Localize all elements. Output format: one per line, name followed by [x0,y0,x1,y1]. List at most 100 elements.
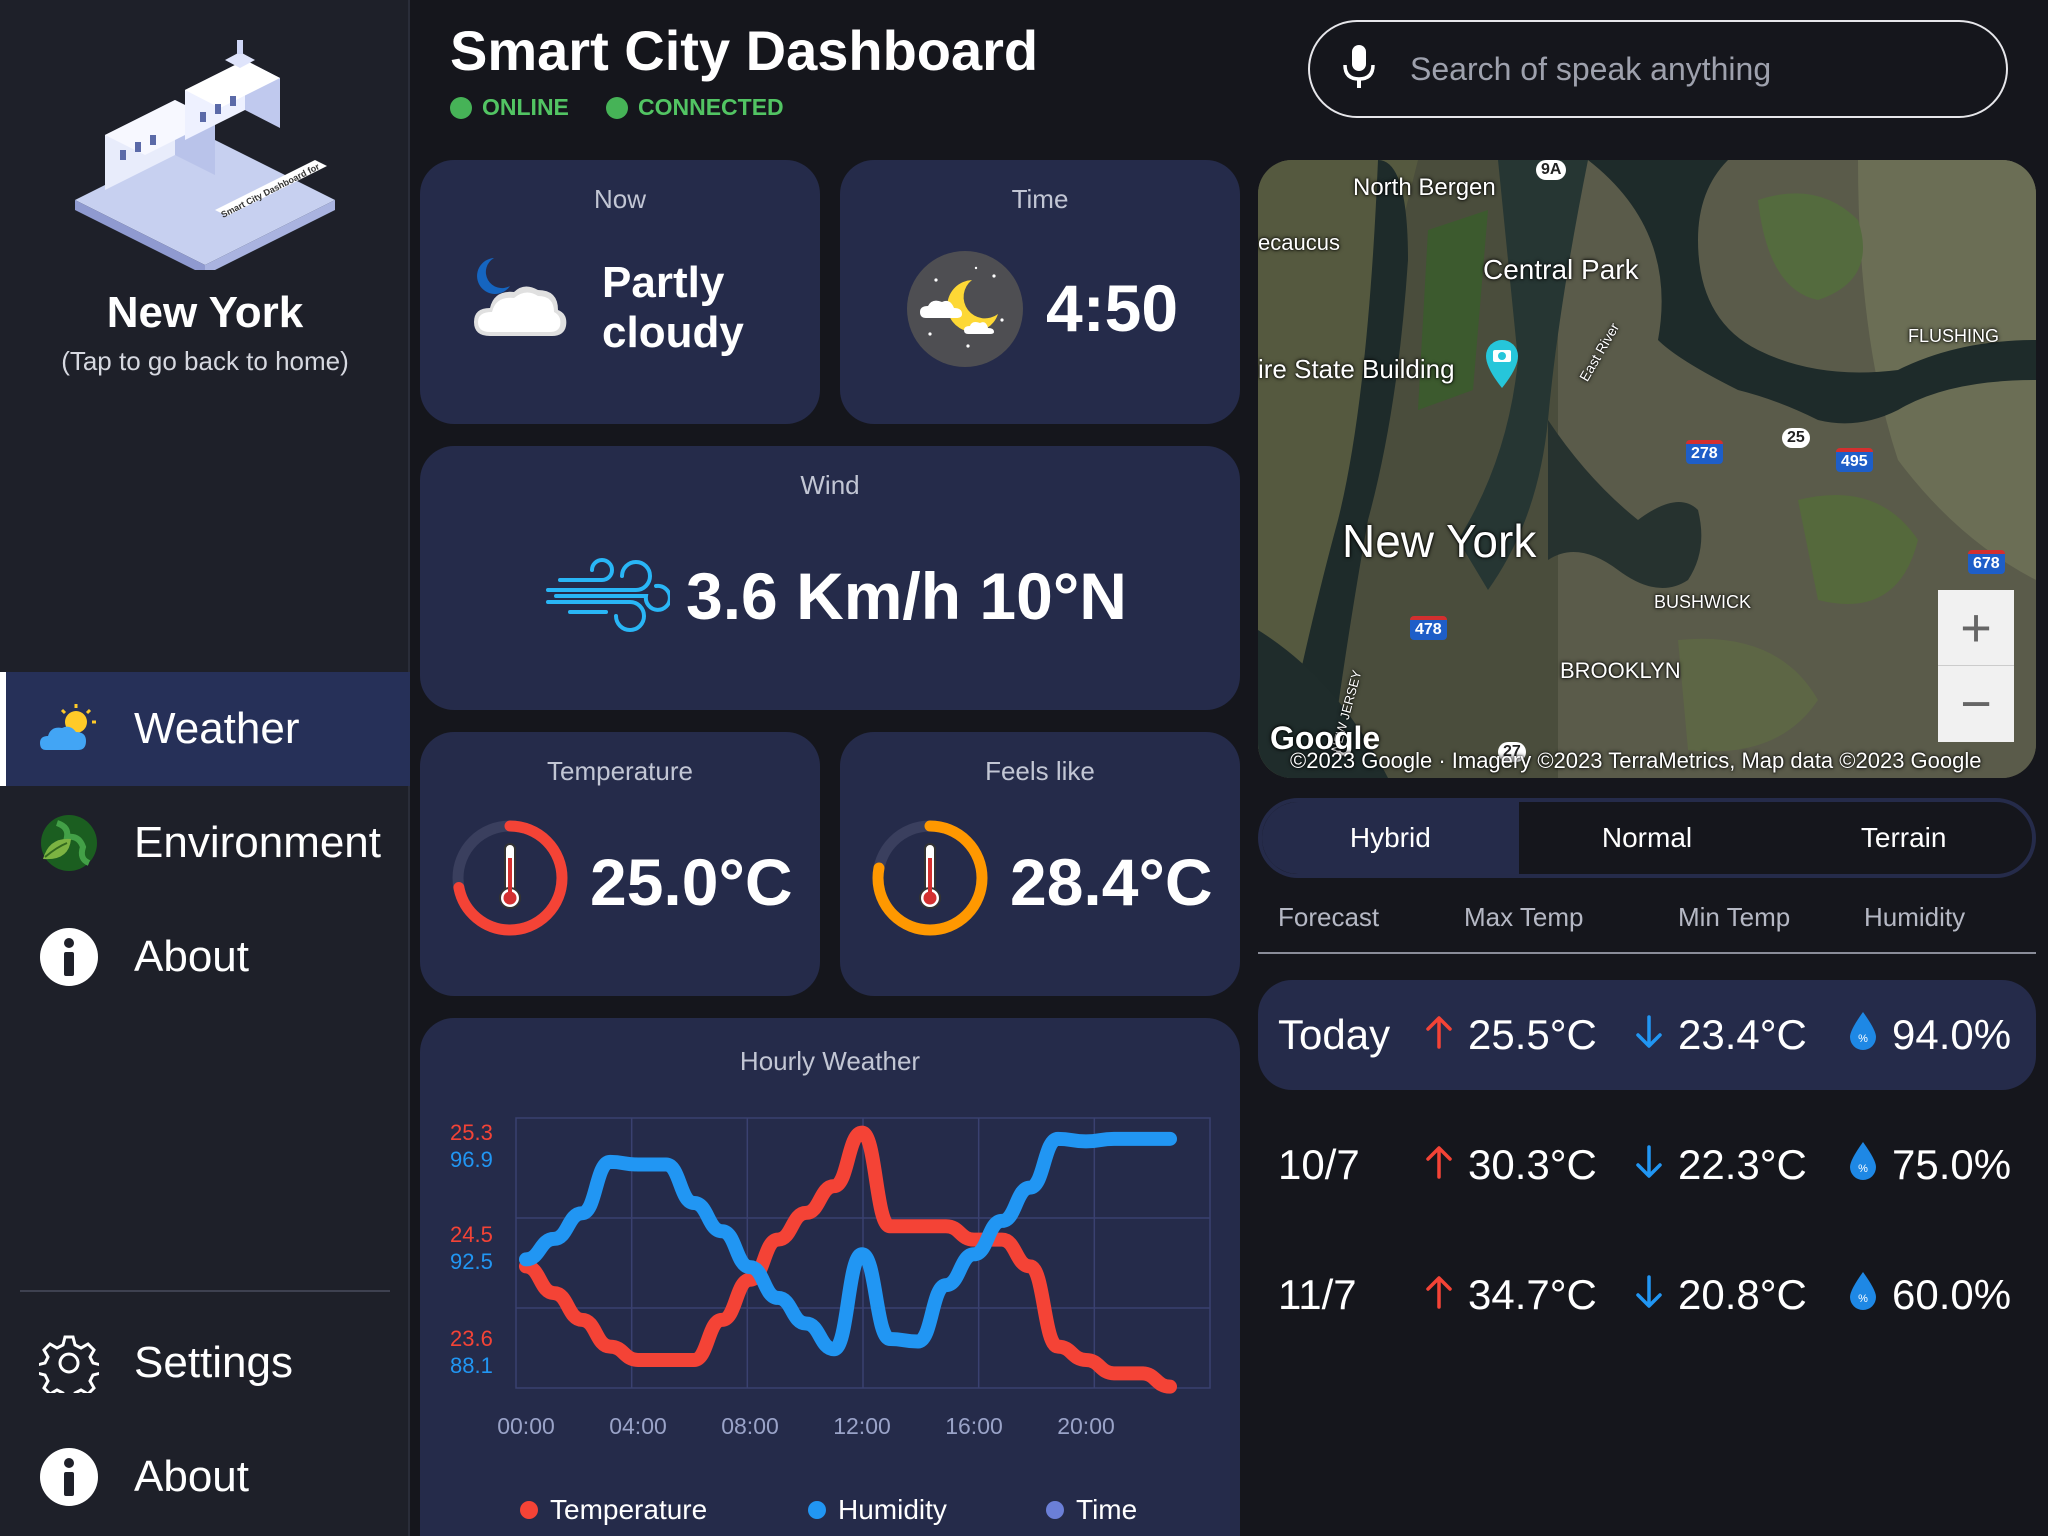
svg-text:%: % [1858,1163,1868,1175]
legend-humidity[interactable]: Humidity [808,1494,947,1526]
temperature-gauge-icon [452,820,568,936]
nav-environment[interactable]: Environment [0,786,410,900]
legend-time[interactable]: Time [1046,1494,1137,1526]
feels-like-gauge-icon [872,820,988,936]
forecast-humidity: 60.0% [1892,1271,2012,1318]
forecast-header-day: Forecast [1278,902,1380,932]
feels-like-card: Feels like 28.4°C [840,732,1240,996]
connected-dot-icon [606,96,628,119]
highway-495: 495 [1836,448,1873,472]
map-mode-hybrid[interactable]: Hybrid [1262,802,1519,874]
map-mode-toggle: Hybrid Normal Terrain [1258,798,2036,878]
map-label-new-york: New York [1342,515,1537,567]
legend-time-dot [1046,1501,1064,1519]
wind-card: Wind 3.6 Km/h 10°N [420,446,1240,710]
city-home-link[interactable]: Smart City Dashboard for New York (Tap t… [0,40,410,377]
temperature-value: 25.0°C [590,845,793,919]
humidity-drop-icon: % [1848,1140,1878,1190]
hourly-weather-chart: 25.3 24.5 23.6 96.9 92.5 88.1 00:00 04:00 08:00 1… [450,1117,1211,1439]
forecast-min: 22.3°C [1678,1141,1807,1188]
map-label-flushing: FLUSHING [1908,326,2000,346]
forecast-max: 30.3°C [1468,1141,1597,1188]
map-attribution[interactable]: ©2023 Google · Imagery ©2023 TerraMetric… [1290,748,1982,774]
zoom-out-button[interactable]: − [1938,666,2014,742]
arrow-up-icon [1424,1011,1454,1059]
nav-about-label: About [134,932,249,981]
globe-leaf-icon [38,812,100,874]
chart-y-tick-temperature: 24.5 [450,1222,493,1247]
map-label-empire-state: ire State Building [1258,354,1455,384]
feels-like-value: 28.4°C [1010,845,1213,919]
page-title: Smart City Dashboard [450,19,1039,82]
wind-icon [546,558,670,632]
city-illustration: Smart City Dashboard for [75,40,335,270]
map-label-secaucus: ecaucus [1258,230,1340,255]
chart-y-tick-humidity: 92.5 [450,1249,493,1274]
weather-icon [38,698,100,760]
forecast-row[interactable]: 11/7 34.7°C 20.8°C % 60.0% [1258,1240,2036,1350]
hourly-weather-card: Hourly Weather 25.3 24.5 23.6 96.9 92.5 88.1 0… [420,1018,1240,1536]
arrow-down-icon [1634,1141,1664,1189]
nav-about[interactable]: About [0,900,410,1014]
map-mode-normal[interactable]: Normal [1519,802,1776,874]
arrow-up-icon [1424,1141,1454,1189]
arrow-down-icon [1634,1271,1664,1319]
legend-humidity-dot [808,1501,826,1519]
nav-about-bottom-label: About [134,1452,249,1501]
online-dot-icon [450,96,472,119]
chart-x-tick: 16:00 [945,1413,1003,1439]
time-card: Time 4:50 [840,160,1240,424]
map-mode-terrain[interactable]: Terrain [1775,802,2032,874]
forecast-header-max: Max Temp [1464,902,1584,932]
humidity-drop-icon: % [1848,1270,1878,1320]
search-bar[interactable] [1308,20,2008,118]
forecast-max: 34.7°C [1468,1271,1597,1318]
now-card: Now Partly cloudy [420,160,820,424]
gear-icon [38,1332,100,1394]
microphone-icon[interactable] [1342,44,1376,94]
info-icon [38,926,100,988]
arrow-down-icon [1634,1011,1664,1059]
nav-weather-label: Weather [134,704,300,753]
search-input[interactable] [1410,50,1970,88]
partly-cloudy-night-icon [474,258,567,336]
legend-temperature[interactable]: Temperature [520,1494,707,1526]
highway-278: 278 [1686,440,1723,464]
forecast-min: 23.4°C [1678,1011,1807,1058]
map-view[interactable]: North Bergen ecaucus Central Park ire St… [1258,160,2036,778]
nav-divider [20,1290,390,1292]
highway-25: 25 [1782,428,1810,448]
chart-x-tick: 12:00 [833,1413,891,1439]
forecast-day: 11/7 [1278,1271,1357,1318]
map-label-bushwick: BUSHWICK [1654,592,1752,612]
temperature-card: Temperature 25.0°C [420,732,820,996]
nav-weather[interactable]: Weather [0,672,410,786]
svg-text:%: % [1858,1293,1868,1305]
forecast-row[interactable]: Today 25.5°C 23.4°C % 94.0% [1258,980,2036,1090]
now-line1: Partly [602,258,725,307]
nav-settings-label: Settings [134,1338,293,1387]
forecast-header: Forecast Max Temp Min Temp Humidity [1258,880,2036,954]
wind-card-title: Wind [800,470,860,500]
time-value: 4:50 [1046,271,1179,345]
status-online-label: ONLINE [482,94,569,120]
forecast-day: Today [1278,1011,1391,1058]
camera-pin-icon[interactable] [1482,338,1522,388]
nav-about-bottom[interactable]: About [0,1420,410,1534]
now-card-title: Now [593,184,646,214]
map-label-brooklyn: BROOKLYN [1560,658,1681,683]
highway-9a: 9A [1536,160,1567,180]
zoom-in-button[interactable]: + [1938,590,2014,666]
svg-text:%: % [1858,1033,1868,1045]
forecast-row[interactable]: 10/7 30.3°C 22.3°C % 75.0% [1258,1110,2036,1220]
status-connected: CONNECTED [606,94,784,121]
sidebar: Smart City Dashboard for New York (Tap t… [0,0,410,1536]
chart-x-tick: 08:00 [721,1413,779,1439]
forecast-header-min: Min Temp [1678,902,1791,932]
chart-y-tick-temperature: 23.6 [450,1326,493,1351]
forecast-humidity: 75.0% [1892,1141,2012,1188]
chart-y-tick-humidity: 96.9 [450,1147,493,1172]
arrow-up-icon [1424,1271,1454,1319]
nav-settings[interactable]: Settings [0,1306,410,1420]
city-name: New York [106,288,304,337]
